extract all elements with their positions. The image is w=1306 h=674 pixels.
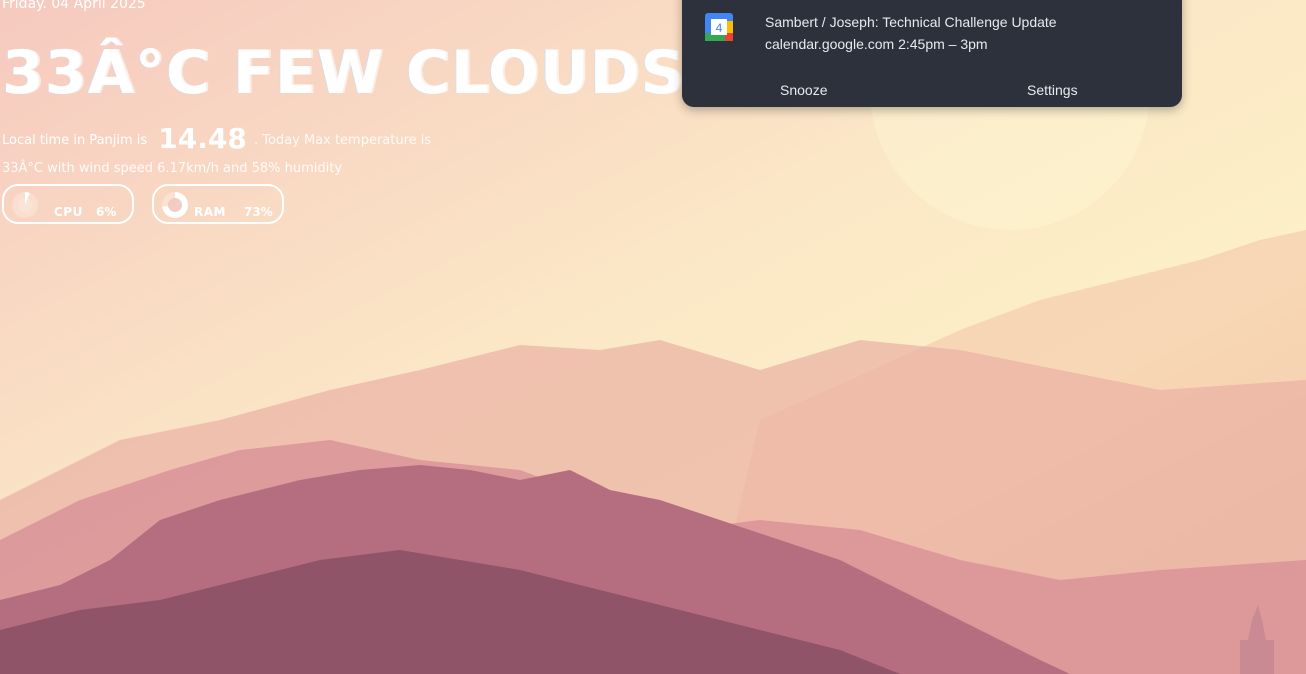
notification-title: Sambert / Joseph: Technical Challenge Up… <box>765 14 1057 30</box>
ram-gauge: RAM 73% <box>152 184 284 224</box>
ram-value: 73% <box>244 205 273 219</box>
weather-headline: 33Â°C FEW CLOUDS <box>2 38 685 108</box>
cpu-ring-icon <box>12 192 38 218</box>
google-calendar-icon: 4 <box>705 13 733 41</box>
calendar-notification[interactable]: 4 Sambert / Joseph: Technical Challenge … <box>682 0 1182 107</box>
cpu-value: 6% <box>96 205 117 219</box>
local-time-value: 14.48 <box>158 122 247 155</box>
local-time-line: Local time in Panjim is 14.48 . Today Ma… <box>2 122 431 155</box>
ram-ring-icon <box>162 192 188 218</box>
calendar-day-number: 4 <box>716 21 723 35</box>
cpu-gauge: CPU 6% <box>2 184 134 224</box>
cpu-label: CPU <box>54 205 83 219</box>
weather-detail-line: 33Â°C with wind speed 6.17km/h and 58% h… <box>2 161 343 176</box>
settings-button[interactable]: Settings <box>1027 82 1078 98</box>
snooze-button[interactable]: Snooze <box>780 82 827 98</box>
ram-label: RAM <box>194 205 226 219</box>
max-temp-text: . Today Max temperature is <box>253 133 432 148</box>
date-label: Friday. 04 April 2025 <box>2 0 146 12</box>
notification-source: calendar.google.com 2:45pm – 3pm <box>765 36 988 52</box>
local-time-prefix: Local time in Panjim is <box>2 133 148 148</box>
